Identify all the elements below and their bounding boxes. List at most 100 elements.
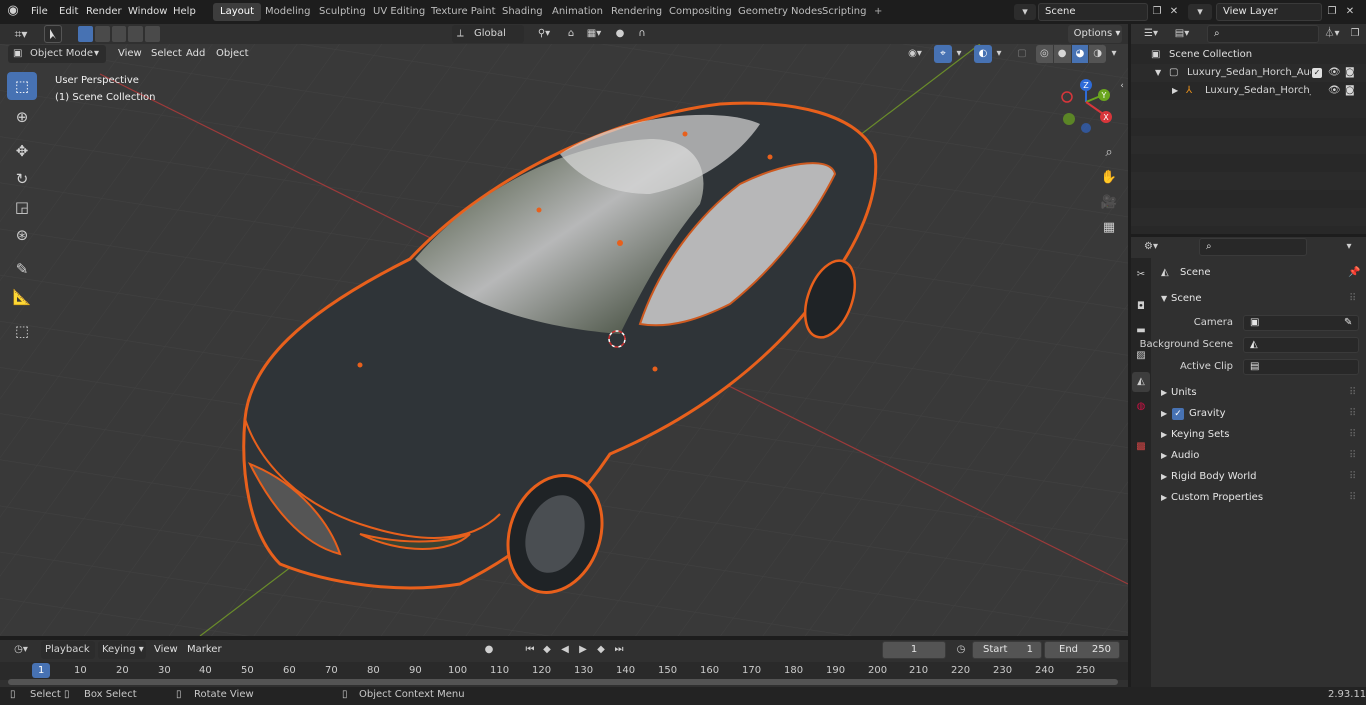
active-clip-field[interactable]: ▤	[1243, 359, 1359, 375]
texture-tab-icon[interactable]: ▩	[1133, 438, 1149, 456]
overlay-toggle-icon[interactable]: ◐	[974, 45, 992, 63]
pan-hand-icon[interactable]: ✋	[1098, 167, 1120, 189]
mode-dropdown[interactable]: ▣ Object Mode ▾	[8, 45, 106, 63]
panel-drag-handle-icon[interactable]: ⠿	[1349, 425, 1356, 445]
outliner-row-object[interactable]: ▶ ⅄ Luxury_Sedan_Horch_Au 👁 ◙	[1131, 82, 1366, 100]
scene-tab-icon[interactable]: ◭	[1132, 372, 1150, 392]
object-eye-visibility-icon[interactable]: 👁	[1328, 82, 1341, 100]
end-frame-field[interactable]: End 250	[1044, 641, 1120, 659]
properties-options-chevron-icon[interactable]: ▾	[1341, 239, 1357, 255]
timeline-scrollbar[interactable]	[8, 679, 1118, 685]
outliner-search-input[interactable]: ⌕	[1207, 25, 1319, 43]
falloff-icon[interactable]: ∩	[630, 26, 654, 42]
navigation-gizmo[interactable]: Z Y X	[1058, 74, 1118, 134]
select-box-tool-icon[interactable]: ⬚	[7, 72, 37, 100]
view-layer-field[interactable]: View Layer	[1216, 3, 1322, 21]
audio-panel-header[interactable]: ▶ Audio ⠿	[1153, 446, 1366, 466]
options-dropdown[interactable]: Options ▾	[1068, 25, 1122, 43]
play-reverse-icon[interactable]: ◀	[557, 642, 573, 658]
xray-icon[interactable]: ▢	[1014, 46, 1030, 62]
panel-drag-handle-icon[interactable]: ⠿	[1349, 446, 1356, 466]
tab-texture-paint[interactable]: Texture Paint	[424, 3, 503, 21]
view-layer-browse-icon[interactable]: ▾	[1188, 4, 1212, 20]
gravity-panel-header[interactable]: ▶ ✓ Gravity ⠿	[1153, 404, 1366, 424]
sidebar-toggle-icon[interactable]: ‹	[1118, 80, 1126, 92]
current-frame-field[interactable]: 1	[882, 641, 946, 659]
solid-shading-icon[interactable]: ●	[1053, 45, 1071, 63]
scene-browse-icon[interactable]: ▾	[1014, 4, 1036, 20]
camera-field[interactable]: ▣ ✎	[1243, 315, 1359, 331]
render-tab-icon[interactable]: ◘	[1133, 298, 1149, 316]
object-camera-render-icon[interactable]: ◙	[1345, 82, 1355, 100]
menu-edit[interactable]: Edit	[54, 3, 83, 20]
menu-render[interactable]: Render	[81, 3, 127, 20]
jump-end-icon[interactable]: ⏭	[611, 642, 627, 658]
3d-viewport[interactable]: User Perspective (1) Scene Collection ⬚ …	[0, 44, 1128, 636]
timeline-editor-type-icon[interactable]: ◷▾	[8, 642, 34, 658]
material-shading-icon[interactable]: ◕	[1071, 45, 1089, 63]
panel-drag-handle-icon[interactable]: ⠿	[1349, 383, 1356, 403]
measure-tool-icon[interactable]: 📐	[7, 283, 37, 311]
keying-dropdown[interactable]: Keying ▾	[98, 641, 146, 659]
record-icon[interactable]: ●	[481, 642, 497, 658]
properties-search-input[interactable]: ⌕	[1199, 238, 1307, 256]
exclude-checkbox[interactable]: ✓	[1312, 68, 1322, 78]
gizmo-chevron-down-icon[interactable]: ▾	[953, 46, 965, 62]
play-icon[interactable]: ▶	[575, 642, 591, 658]
select-new-icon[interactable]	[78, 26, 93, 42]
menu-help[interactable]: Help	[168, 3, 201, 20]
rigid-body-world-panel-header[interactable]: ▶ Rigid Body World ⠿	[1153, 467, 1366, 487]
properties-editor-type-icon[interactable]: ⚙▾	[1139, 239, 1163, 255]
pivot-point-icon[interactable]: ⚲▾	[530, 26, 558, 42]
visibility-filter-icon[interactable]: ◉▾	[902, 46, 928, 62]
expand-right-icon[interactable]: ▶	[1172, 82, 1178, 100]
rotate-tool-icon[interactable]: ↻	[7, 165, 37, 193]
panel-drag-handle-icon[interactable]: ⠿	[1349, 404, 1356, 424]
custom-properties-panel-header[interactable]: ▶ Custom Properties ⠿	[1153, 488, 1366, 508]
eyedropper-icon[interactable]: ✎	[1344, 316, 1352, 330]
tab-animation[interactable]: Animation	[545, 3, 610, 21]
tab-modeling[interactable]: Modeling	[258, 3, 318, 21]
rendered-shading-icon[interactable]: ◑	[1089, 45, 1106, 63]
panel-drag-handle-icon[interactable]: ⠿	[1349, 467, 1356, 487]
timeline-menu-view[interactable]: View	[149, 641, 183, 658]
tab-compositing[interactable]: Compositing	[662, 3, 739, 21]
outliner-row-scene-collection[interactable]: ▣ Scene Collection	[1131, 46, 1366, 64]
eye-visibility-icon[interactable]: 👁	[1328, 64, 1341, 82]
menu-window[interactable]: Window	[123, 3, 172, 20]
annotate-tool-icon[interactable]: ✎	[7, 255, 37, 283]
display-mode-icon[interactable]: ▤▾	[1169, 26, 1195, 42]
add-cube-tool-icon[interactable]: ⬚	[7, 317, 37, 345]
scene-name-field[interactable]: Scene	[1038, 3, 1148, 21]
prev-keyframe-icon[interactable]: ◆	[539, 642, 555, 658]
transform-orientation-dropdown[interactable]: ⟂ Global	[452, 25, 524, 43]
tab-layout[interactable]: Layout	[213, 3, 261, 21]
delete-scene-icon[interactable]: ✕	[1166, 4, 1182, 20]
snap-icon[interactable]: ⌂	[563, 26, 579, 42]
transform-tool-icon[interactable]: ⊛	[7, 221, 37, 249]
jump-start-icon[interactable]: ⏮	[522, 642, 538, 658]
camera-render-icon[interactable]: ◙	[1345, 64, 1355, 82]
viewport-menu-add[interactable]: Add	[181, 45, 210, 62]
zoom-icon[interactable]: ⌕	[1098, 142, 1120, 164]
expand-down-icon[interactable]: ▼	[1155, 64, 1161, 82]
shading-chevron-down-icon[interactable]: ▾	[1108, 46, 1120, 62]
keying-sets-panel-header[interactable]: ▶ Keying Sets ⠿	[1153, 425, 1366, 445]
outliner-editor-type-icon[interactable]: ☰▾	[1139, 26, 1163, 42]
active-tool-icon[interactable]	[44, 25, 62, 43]
grid-toggle-icon[interactable]: ▦	[1098, 217, 1120, 239]
camera-view-icon[interactable]: 🎥	[1098, 192, 1120, 214]
tab-sculpting[interactable]: Sculpting	[312, 3, 373, 21]
tab-rendering[interactable]: Rendering	[604, 3, 669, 21]
viewport-menu-view[interactable]: View	[113, 45, 147, 62]
overlay-chevron-down-icon[interactable]: ▾	[993, 46, 1005, 62]
panel-drag-handle-icon[interactable]: ⠿	[1349, 289, 1356, 309]
snap-target-icon[interactable]: ▦▾	[582, 26, 606, 42]
delete-view-layer-icon[interactable]: ✕	[1342, 4, 1358, 20]
scale-tool-icon[interactable]: ◲	[7, 193, 37, 221]
select-intersect-icon[interactable]	[145, 26, 160, 42]
cursor-tool-icon[interactable]: ⊕	[7, 103, 37, 131]
proportional-edit-icon[interactable]: ●	[612, 26, 628, 42]
select-subtract-icon[interactable]	[111, 26, 127, 42]
new-view-layer-icon[interactable]: ❐	[1324, 4, 1340, 20]
